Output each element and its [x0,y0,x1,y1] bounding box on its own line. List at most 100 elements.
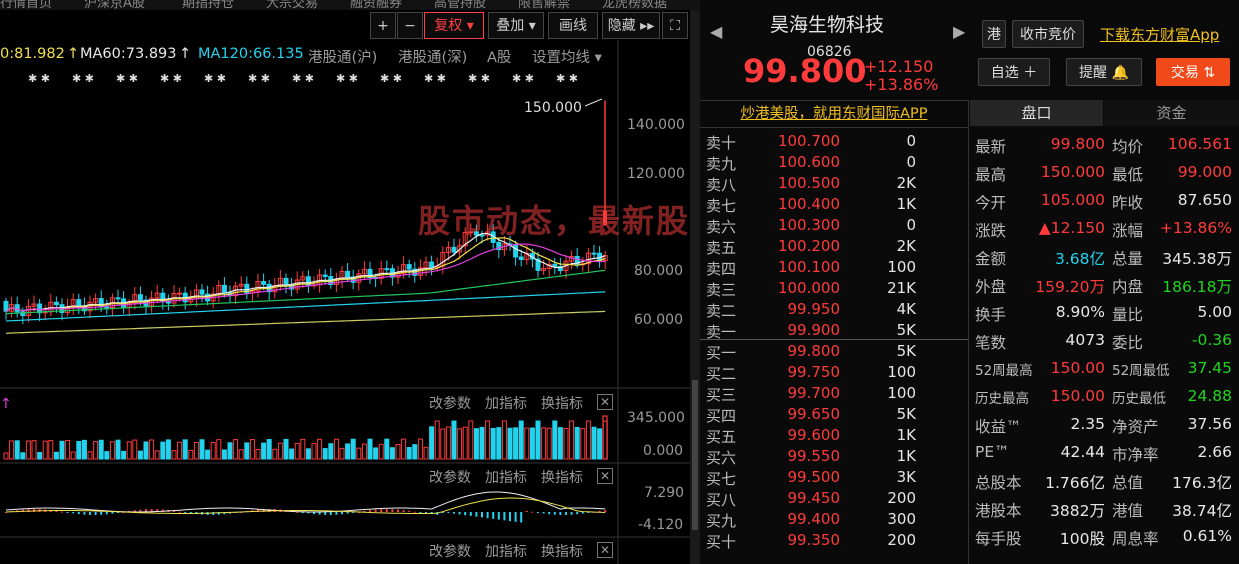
draw-line-button[interactable]: 画线 [548,12,598,39]
volume-bar [266,438,272,460]
ask-row[interactable]: 卖五 100.200 2K [706,237,966,258]
zoom-in-button[interactable]: + [370,12,396,39]
event-marker[interactable]: ✱ ✱ [512,72,534,85]
price-change-pct: +13.86% [864,75,939,94]
bid-row[interactable]: 买七 99.500 3K [706,468,966,489]
event-marker[interactable]: ✱ ✱ [380,72,402,85]
zoom-out-button[interactable]: − [397,12,423,39]
bid-row[interactable]: 买二 99.750 100 [706,363,966,384]
order-volume: 5K [896,405,916,423]
event-marker[interactable]: ✱ ✱ [424,72,446,85]
order-level-label: 卖二 [706,302,737,320]
volume-bar [311,443,317,460]
order-level-label: 买五 [706,428,737,446]
volume-bar [328,443,334,460]
macd-bar [391,509,394,512]
watchlist-button[interactable]: 自选 ＋ [978,58,1050,86]
stat-value: 0.61% [1182,527,1232,545]
kdj-params-button[interactable]: 改参数 [429,541,471,561]
event-marker[interactable]: ✱ ✱ [160,72,182,85]
download-app-link[interactable]: 下载东方财富App [1100,24,1219,45]
ask-row[interactable]: 卖九 100.600 0 [706,153,966,174]
candle-body [115,297,121,300]
bid-row[interactable]: 买六 99.550 1K [706,447,966,468]
ask-row[interactable]: 卖三 100.000 21K [706,279,966,300]
event-marker[interactable]: ✱ ✱ [72,72,94,85]
bid-row[interactable]: 买三 99.700 100 [706,384,966,405]
kline-chart[interactable]: ✱ ✱ ✱ ✱ ✱ ✱ ✱ ✱ ✱ ✱ ✱ ✱ ✱ ✱ ✱ ✱ ✱ ✱ ✱ ✱ ✱ ✱ ✱ ✱ ✱ ✱ ↑ [0,40,690,564]
next-stock-icon[interactable]: ▶ [953,22,965,41]
top-menu-item[interactable]: 行情首页 [0,0,52,10]
trade-button[interactable]: 交易 ⇅ [1156,58,1230,86]
stat-value: 99.800 [1050,135,1105,153]
top-menu-item[interactable]: 龙虎榜数据 [602,0,667,10]
event-marker[interactable]: ✱ ✱ [336,72,358,85]
overlay-dropdown[interactable]: 叠加 ▾ [488,12,544,39]
vol-close-icon[interactable]: ✕ [597,394,613,410]
ask-row[interactable]: 卖八 100.500 2K [706,174,966,195]
macd-switch-button[interactable]: 换指标 [541,467,583,487]
kdj-add-button[interactable]: 加指标 [485,541,527,561]
event-marker[interactable]: ✱ ✱ [292,72,314,85]
splitter-handle[interactable] [692,380,698,530]
stat-label: 涨幅 [1112,222,1144,240]
volume-bar [121,450,127,460]
stock-name: 昊海生物科技 [770,14,885,36]
top-menu-item[interactable]: 高管持股 [434,0,486,10]
tab-quote[interactable]: 盘口 [970,100,1103,126]
ask-row[interactable]: 卖十 100.700 0 [706,132,966,153]
top-menu-item[interactable]: 沪深京A股 [84,0,145,10]
bid-row[interactable]: 买八 99.450 200 [706,489,966,510]
kdj-switch-button[interactable]: 换指标 [541,541,583,561]
macd-close-icon[interactable]: ✕ [597,468,613,484]
bid-row[interactable]: 买十 99.350 200 [706,531,966,552]
ask-row[interactable]: 卖二 99.950 4K [706,300,966,321]
prev-stock-icon[interactable]: ◀ [710,22,722,41]
macd-params-button[interactable]: 改参数 [429,467,471,487]
adjust-dropdown[interactable]: 复权 ▾ [424,12,484,39]
bid-row[interactable]: 买九 99.400 300 [706,510,966,531]
macd-bar [178,511,181,513]
alert-button[interactable]: 提醒 🔔 [1066,58,1142,86]
promo-link[interactable]: 炒港美股，就用东财国际APP [700,100,968,128]
volume-bar [378,443,384,460]
volume-bar [479,426,485,460]
volume-bar [496,427,502,460]
volume-bar [238,449,244,460]
fullscreen-button[interactable]: ⛶ [662,12,688,39]
kdj-close-icon[interactable]: ✕ [597,542,613,558]
event-marker[interactable]: ✱ ✱ [204,72,226,85]
order-volume: 21K [887,279,916,297]
order-level-label: 卖九 [706,155,737,173]
event-marker[interactable]: ✱ ✱ [248,72,270,85]
top-menu-item[interactable]: 期指持仓 [182,0,234,10]
macd-add-button[interactable]: 加指标 [485,467,527,487]
event-marker[interactable]: ✱ ✱ [556,72,578,85]
vol-switch-button[interactable]: 换指标 [541,393,583,413]
bid-row[interactable]: 买五 99.600 1K [706,426,966,447]
top-menu-item[interactable]: 融资融券 [350,0,402,10]
hide-button[interactable]: 隐藏 ▸▸ [602,12,660,39]
event-marker[interactable]: ✱ ✱ [28,72,50,85]
event-marker[interactable]: ✱ ✱ [116,72,138,85]
candle-body [322,274,328,278]
volume-bar [177,441,183,460]
event-marker[interactable]: ✱ ✱ [468,72,490,85]
bid-row[interactable]: 买一 99.800 5K [706,342,966,363]
candle-body [552,263,558,268]
macd-bar [105,512,108,515]
top-menu-item[interactable]: 限售解禁 [518,0,570,10]
volume-bar [457,428,463,460]
top-menu-item[interactable]: 大宗交易 [266,0,318,10]
vol-params-button[interactable]: 改参数 [429,393,471,413]
ask-row[interactable]: 卖六 100.300 0 [706,216,966,237]
volume-bar [513,427,519,460]
tab-funds[interactable]: 资金 [1104,100,1239,126]
order-price: 99.700 [787,384,841,402]
ask-row[interactable]: 卖四 100.100 100 [706,258,966,279]
bid-row[interactable]: 买四 99.650 5K [706,405,966,426]
order-price: 99.950 [787,300,841,318]
stats-row: PE™ 42.44 市净率 2.66 [975,443,1235,470]
vol-add-button[interactable]: 加指标 [485,393,527,413]
ask-row[interactable]: 卖七 100.400 1K [706,195,966,216]
